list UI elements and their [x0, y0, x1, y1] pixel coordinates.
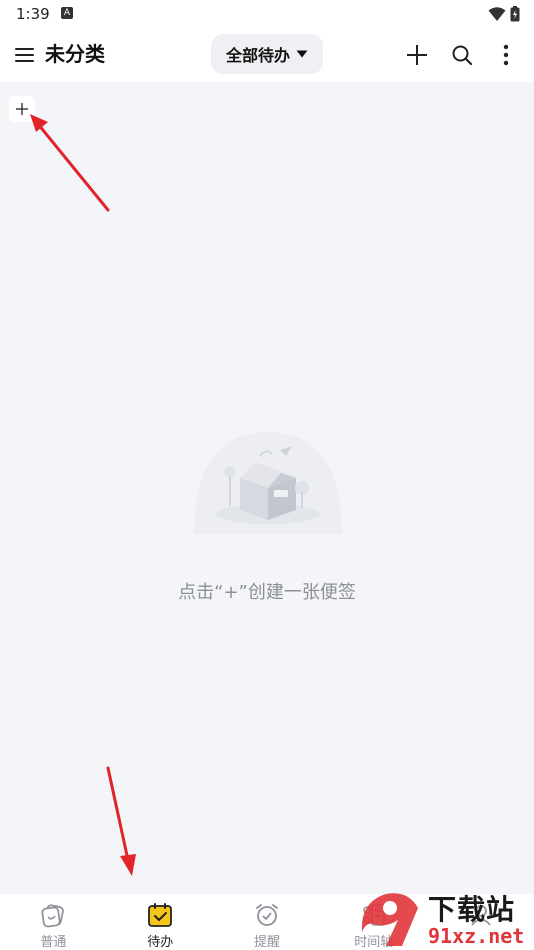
watermark-text: 下载站	[428, 893, 516, 926]
search-icon	[452, 45, 473, 66]
annotation-arrow-top	[30, 114, 110, 212]
tab-todo[interactable]: 待办	[107, 894, 214, 950]
status-time: 1:39	[16, 5, 50, 23]
filter-label: 全部待办	[225, 46, 290, 65]
status-bar: 1:39 A	[0, 0, 534, 28]
wifi-icon	[488, 7, 506, 21]
todo-filter-dropdown[interactable]: 全部待办	[211, 34, 323, 74]
tab-reminder[interactable]: 提醒	[214, 894, 321, 950]
status-icons	[488, 5, 520, 23]
battery-icon	[510, 6, 520, 22]
more-button[interactable]	[492, 41, 520, 69]
tab-label: 提醒	[253, 935, 280, 950]
caret-down-icon	[296, 50, 308, 58]
notification-icon: A	[61, 7, 73, 19]
alarm-clock-icon	[254, 902, 280, 928]
tab-label: 普通	[40, 935, 67, 950]
empty-box-illustration	[194, 432, 342, 534]
menu-button[interactable]	[12, 42, 38, 68]
page-title[interactable]: 未分类	[45, 40, 105, 68]
plus-icon	[407, 45, 427, 65]
hamburger-menu-icon	[15, 48, 34, 62]
add-button[interactable]	[403, 41, 431, 69]
app-header: 未分类 全部待办	[0, 28, 534, 82]
annotation-arrow-bottom	[106, 766, 136, 876]
note-icon	[40, 902, 66, 928]
more-vertical-icon	[503, 44, 509, 66]
empty-state-text: 点击“+”创建一张便签	[178, 582, 356, 603]
tab-normal[interactable]: 普通	[0, 894, 107, 950]
todo-calendar-icon	[147, 902, 173, 928]
watermark-url: 91xz.net	[428, 924, 525, 948]
search-button[interactable]	[448, 41, 476, 69]
tab-label: 待办	[147, 935, 174, 950]
